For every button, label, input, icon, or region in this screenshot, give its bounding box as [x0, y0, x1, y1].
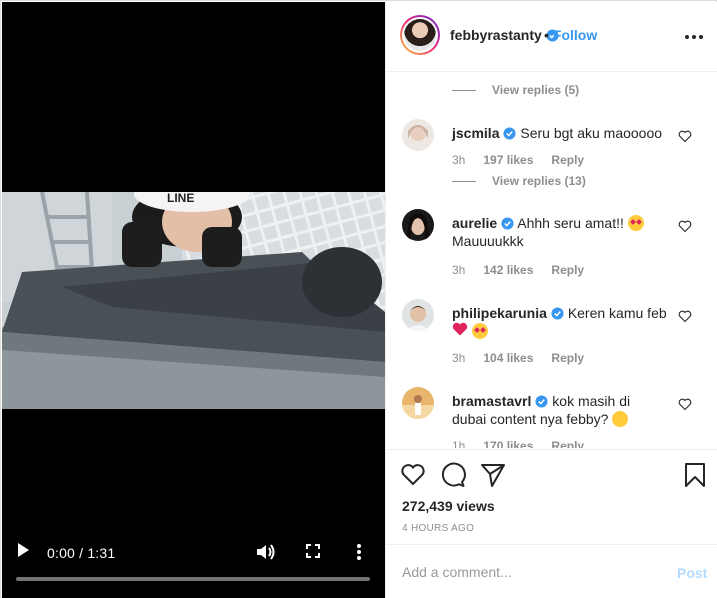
volume-icon [257, 544, 275, 560]
comment-time[interactable]: 1h [452, 439, 465, 448]
video-frame-image: LINE [2, 192, 385, 409]
comment-like-heart-icon[interactable] [678, 309, 692, 323]
reply-button[interactable]: Reply [551, 439, 584, 448]
comment-likes[interactable]: 170 likes [483, 439, 533, 448]
author-avatar-image [404, 19, 436, 51]
author-username[interactable]: febbyrastanty [450, 27, 559, 43]
post-header: febbyrastanty • Follow [386, 2, 717, 72]
star-eyes-emoji-icon [627, 215, 644, 231]
video-more-button[interactable] [356, 543, 368, 563]
commenter-avatar[interactable] [402, 209, 434, 241]
comment-meta: 3h 142 likes Reply [452, 263, 602, 277]
comment-text: jscmila Seru bgt aku maooooo [452, 125, 663, 141]
volume-button[interactable] [256, 543, 278, 563]
comment-username[interactable]: philipekarunia [452, 305, 547, 321]
comment-text: bramastavrl kok masih di dubai content n… [452, 393, 631, 427]
add-comment-bar: Post [386, 544, 717, 598]
reply-button[interactable]: Reply [551, 263, 584, 277]
commenter-avatar[interactable] [402, 299, 434, 331]
verified-badge-icon [551, 307, 564, 320]
comment-username[interactable]: bramastavrl [452, 393, 531, 409]
verified-badge-icon [501, 217, 514, 230]
play-button[interactable] [16, 542, 34, 562]
comment-like-heart-icon[interactable] [678, 219, 692, 233]
bookmark-icon[interactable] [682, 462, 708, 488]
view-replies-link[interactable]: View replies (13) [452, 174, 586, 188]
author-avatar[interactable] [400, 15, 440, 55]
star-eyes-emoji-icon [471, 323, 488, 339]
post-sidebar: febbyrastanty • Follow View replies (5) j… [385, 2, 717, 598]
fullscreen-icon [306, 544, 320, 558]
post-timestamp[interactable]: 4 HOURS AGO [402, 523, 474, 534]
comment-likes[interactable]: 197 likes [483, 153, 533, 167]
follow-group: • Follow [544, 27, 597, 43]
comment-text: aurelie Ahhh seru amat!! Mauuuukkk [452, 214, 672, 250]
more-horizontal-icon [685, 35, 703, 39]
comment-bubble-icon[interactable] [440, 462, 466, 488]
comment-username[interactable]: jscmila [452, 125, 499, 141]
comment-meta: 3h 104 likes Reply [452, 351, 602, 365]
view-replies-link[interactable]: View replies (5) [452, 83, 579, 97]
more-options-button[interactable] [684, 27, 704, 47]
views-count[interactable]: 272,439 views [402, 498, 495, 514]
video-progress-bar[interactable] [16, 577, 370, 581]
share-paper-plane-icon[interactable] [480, 462, 506, 488]
smiling-face-emoji-icon [612, 411, 629, 427]
comment-likes[interactable]: 104 likes [483, 351, 533, 365]
comment-username[interactable]: aurelie [452, 215, 497, 231]
commenter-avatar[interactable] [402, 387, 434, 419]
comment-meta: 3h 197 likes Reply [452, 153, 602, 167]
video-player[interactable]: LINE 0:00 / 1:31 [2, 2, 385, 598]
vertical-dots-icon [357, 544, 361, 560]
like-heart-icon[interactable] [400, 462, 426, 488]
reply-button[interactable]: Reply [551, 153, 584, 167]
helmet-text: LINE [167, 192, 194, 205]
follow-separator: • [544, 27, 549, 43]
comment-like-heart-icon[interactable] [678, 129, 692, 143]
post-modal: LINE 0:00 / 1:31 febbyrastanty • Follow … [0, 0, 717, 598]
post-actions: 272,439 views 4 HOURS AGO [386, 449, 717, 544]
comment-time[interactable]: 3h [452, 263, 465, 277]
follow-button[interactable]: Follow [553, 27, 597, 43]
reply-button[interactable]: Reply [551, 351, 584, 365]
verified-badge-icon [535, 395, 548, 408]
fullscreen-button[interactable] [306, 544, 322, 560]
post-comment-button[interactable]: Post [677, 565, 707, 581]
commenter-avatar[interactable] [402, 119, 434, 151]
comment-time[interactable]: 3h [452, 153, 465, 167]
comments-list[interactable]: View replies (5) jscmila Seru bgt aku ma… [386, 73, 717, 448]
video-time: 0:00 / 1:31 [47, 545, 116, 561]
add-comment-input[interactable] [402, 564, 652, 580]
video-frame: LINE [2, 192, 385, 409]
comment-time[interactable]: 3h [452, 351, 465, 365]
red-heart-emoji-icon [452, 322, 468, 336]
comment-meta: 1h 170 likes Reply [452, 439, 602, 448]
comment-text: philipekarunia Keren kamu feb [452, 304, 672, 340]
verified-badge-icon [503, 127, 517, 140]
play-icon [18, 543, 29, 557]
comment-like-heart-icon[interactable] [678, 397, 692, 411]
comment-likes[interactable]: 142 likes [483, 263, 533, 277]
